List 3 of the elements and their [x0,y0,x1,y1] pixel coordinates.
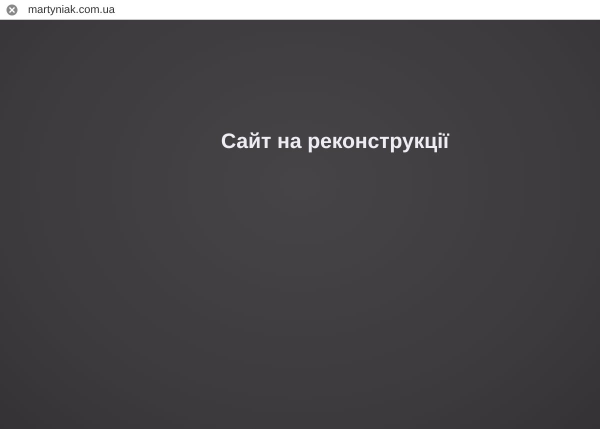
url-field[interactable]: martyniak.com.ua [28,4,115,16]
page-heading: Сайт на реконструкції [221,130,449,154]
site-info-icon[interactable] [6,4,18,16]
